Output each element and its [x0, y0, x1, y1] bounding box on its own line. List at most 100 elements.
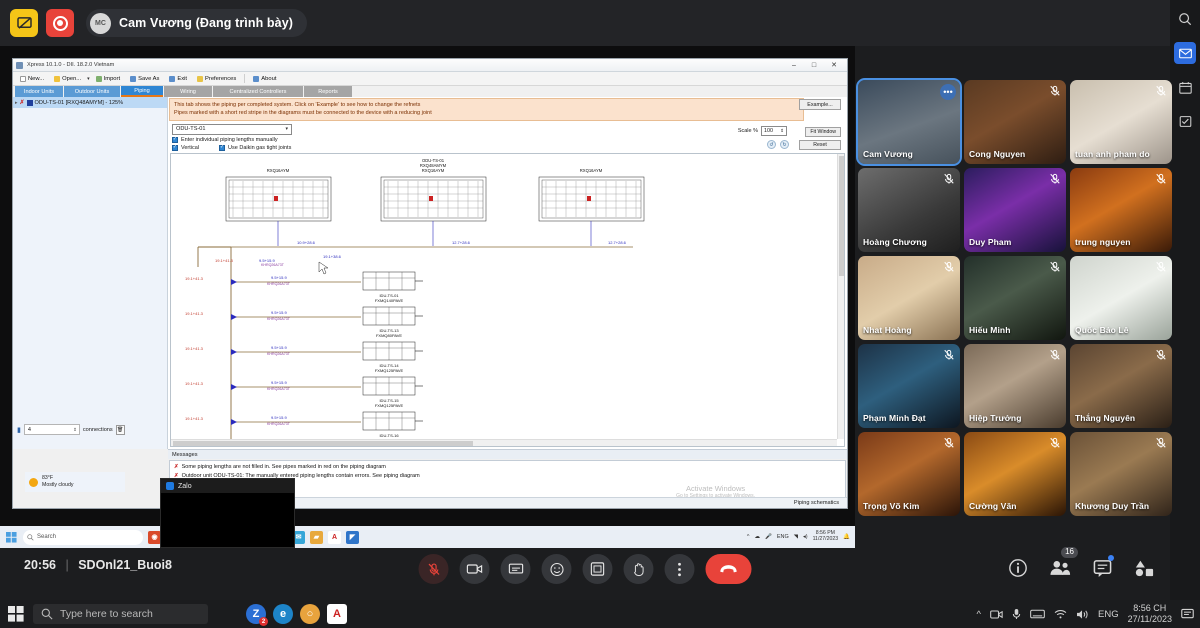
- tab-indoor-units[interactable]: Indoor Units: [15, 86, 63, 97]
- reactions-button[interactable]: [541, 554, 572, 584]
- participant-tile[interactable]: Hiệp Trưởng: [964, 344, 1066, 428]
- os-tray-language[interactable]: ENG: [1098, 609, 1119, 620]
- participant-tile[interactable]: Quốc Bảo Lê: [1070, 256, 1172, 340]
- chrome-taskbar-icon[interactable]: ○: [300, 604, 320, 624]
- tray-chevron-icon[interactable]: ^: [747, 534, 750, 540]
- windows-start-icon[interactable]: [4, 530, 18, 544]
- screen-share-icon[interactable]: [10, 9, 38, 37]
- participant-tile[interactable]: Cam Vương •••: [856, 78, 962, 166]
- search-icon[interactable]: [1174, 8, 1196, 30]
- stepper-arrows-icon[interactable]: ⇕: [73, 427, 79, 433]
- participant-tile[interactable]: Nhat Hoàng: [858, 256, 960, 340]
- end-call-button[interactable]: [705, 554, 752, 584]
- camera-toggle-button[interactable]: [459, 554, 490, 584]
- system-select[interactable]: ODU-TS-01 ▾: [172, 123, 292, 135]
- scale-input[interactable]: 100 ⇕: [761, 126, 787, 136]
- mic-toggle-button[interactable]: [418, 554, 449, 584]
- tab-centralized-controllers[interactable]: Centralized Controllers: [213, 86, 303, 97]
- reset-button[interactable]: Reset: [799, 140, 841, 150]
- participant-tile[interactable]: Phạm Minh Đạt: [858, 344, 960, 428]
- connections-stepper[interactable]: 4 ⇕: [23, 424, 80, 435]
- participant-tile[interactable]: tuan anh pham do: [1070, 80, 1172, 164]
- tray-chevron-up-icon[interactable]: ^: [977, 609, 981, 620]
- present-screen-button[interactable]: [500, 554, 531, 584]
- participants-button[interactable]: 16: [1048, 547, 1078, 580]
- checkbox-icon[interactable]: ✓: [172, 136, 178, 143]
- tray-notification-icon[interactable]: 🔔: [843, 534, 850, 540]
- zoom-out-icon[interactable]: ↺: [767, 140, 776, 149]
- toolbar-new-button[interactable]: New...: [16, 75, 48, 83]
- presenter-pill[interactable]: MC Cam Vương (Đang trình bày): [86, 9, 308, 37]
- participant-tile[interactable]: Hoàng Chương: [858, 168, 960, 252]
- tab-wiring[interactable]: Wiring: [164, 86, 212, 97]
- tray-language[interactable]: ENG: [777, 534, 789, 540]
- raise-hand-button[interactable]: [623, 554, 654, 584]
- chat-button[interactable]: [1090, 555, 1114, 580]
- canvas-vertical-scrollbar[interactable]: [837, 154, 844, 439]
- autocad-taskbar-icon[interactable]: A: [327, 604, 347, 624]
- layout-button[interactable]: [582, 554, 613, 584]
- windows-start-icon[interactable]: [6, 604, 26, 624]
- toolbar-preferences-button[interactable]: Preferences: [193, 75, 240, 83]
- autocad-taskbar-icon[interactable]: A: [328, 530, 341, 544]
- checkbox-icon[interactable]: ✓: [219, 144, 226, 151]
- participant-tile[interactable]: Cường Văn: [964, 432, 1066, 516]
- participant-tile[interactable]: Duy Pham: [964, 168, 1066, 252]
- tray-cloud-icon[interactable]: ☁: [754, 534, 760, 540]
- participant-tile[interactable]: trung nguyen: [1070, 168, 1172, 252]
- participant-tile[interactable]: Cong Nguyen: [964, 80, 1066, 164]
- tray-mic-icon[interactable]: 🎤: [765, 534, 772, 540]
- notification-icon[interactable]: [1181, 608, 1194, 620]
- tab-outdoor-units[interactable]: Outdoor Units: [64, 86, 120, 97]
- inner-clock[interactable]: 8:56 PM 11/27/2023: [813, 530, 839, 543]
- calendar-icon[interactable]: [1174, 76, 1196, 98]
- inner-search-input[interactable]: Search: [23, 529, 143, 545]
- fit-window-button[interactable]: Fit Window: [805, 127, 841, 137]
- volume-tray-icon[interactable]: [1076, 609, 1089, 620]
- os-search-input[interactable]: Type here to search: [33, 604, 208, 624]
- weather-widget[interactable]: 83°F Mostly cloudy: [25, 472, 125, 492]
- toolbar-saveas-button[interactable]: Save As: [126, 75, 163, 83]
- trash-icon[interactable]: 🗑: [115, 424, 125, 435]
- more-options-icon[interactable]: •••: [940, 84, 956, 100]
- scrollbar-thumb[interactable]: [839, 156, 844, 276]
- scrollbar-thumb[interactable]: [173, 441, 473, 446]
- mail-icon[interactable]: [1174, 42, 1196, 64]
- tree-item-odu[interactable]: ▸ ✗ ODU-TS-01 [RXQ48AMYM] - 125%: [13, 97, 167, 108]
- tray-wifi-icon[interactable]: ◥: [794, 534, 798, 540]
- record-icon[interactable]: [46, 9, 74, 37]
- meeting-info-button[interactable]: [1006, 556, 1030, 580]
- camera-tray-icon[interactable]: [990, 609, 1003, 620]
- scale-stepper-icon[interactable]: ⇕: [780, 128, 786, 134]
- piping-diagram-canvas[interactable]: ODU-TS-01 RXQ48AMYM RXQ16AYM RXQ16AYM RX…: [170, 153, 845, 447]
- keyboard-tray-icon[interactable]: [1030, 609, 1045, 619]
- edge-taskbar-icon[interactable]: e: [273, 604, 293, 624]
- toolbar-about-button[interactable]: About: [249, 75, 280, 83]
- chevron-down-icon[interactable]: ▾: [285, 126, 288, 132]
- apps-button[interactable]: [1132, 556, 1156, 580]
- toolbar-exit-button[interactable]: Exit: [165, 75, 191, 83]
- xpress-taskbar-icon[interactable]: ◤: [346, 530, 359, 544]
- tab-reports[interactable]: Reports: [304, 86, 352, 97]
- toolbar-open-button[interactable]: Open...: [50, 75, 85, 83]
- tray-volume-icon[interactable]: ◂): [803, 534, 808, 540]
- participant-tile[interactable]: Thắng Nguyên: [1070, 344, 1172, 428]
- toolbar-import-button[interactable]: Import: [92, 75, 124, 83]
- folder-taskbar-icon[interactable]: ▰: [310, 530, 323, 544]
- close-button[interactable]: ✕: [824, 59, 844, 72]
- tree-expander-icon[interactable]: ▸: [15, 100, 18, 106]
- zoom-in-icon[interactable]: ↻: [780, 140, 789, 149]
- maximize-button[interactable]: □: [804, 59, 824, 72]
- os-clock[interactable]: 8:56 CH 27/11/2023: [1128, 603, 1172, 625]
- more-options-button[interactable]: [664, 554, 695, 584]
- minimize-button[interactable]: –: [784, 59, 804, 72]
- microphone-tray-icon[interactable]: [1012, 608, 1021, 620]
- zalo-window[interactable]: Zalo: [160, 478, 295, 548]
- canvas-horizontal-scrollbar[interactable]: [171, 439, 837, 446]
- zalo-taskbar-icon[interactable]: Z2: [246, 604, 268, 626]
- checkbox-icon[interactable]: ✓: [172, 144, 178, 151]
- participant-tile[interactable]: Hiếu Minh: [964, 256, 1066, 340]
- wifi-tray-icon[interactable]: [1054, 609, 1067, 619]
- example-button[interactable]: Example...: [799, 99, 841, 110]
- participant-tile[interactable]: Khương Duy Trần: [1070, 432, 1172, 516]
